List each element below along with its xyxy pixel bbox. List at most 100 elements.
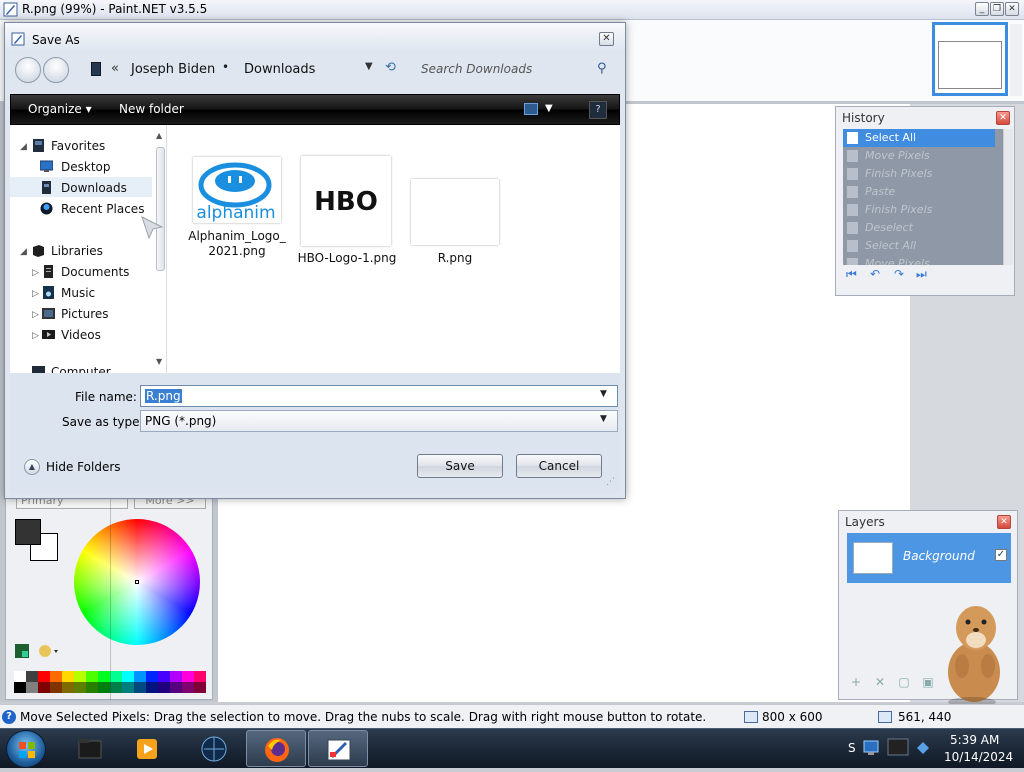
- filename-field[interactable]: R.png: [140, 385, 618, 407]
- palette-swatch[interactable]: [146, 671, 158, 682]
- taskbar-firefox-button[interactable]: [246, 730, 306, 767]
- clock-date[interactable]: 10/14/2024: [944, 750, 1013, 764]
- tree-item-music[interactable]: Music: [61, 286, 95, 300]
- history-item[interactable]: Deselect: [843, 219, 995, 237]
- image-thumbnail[interactable]: [932, 22, 1008, 96]
- expand-favorites-icon[interactable]: ◢: [20, 142, 27, 152]
- cancel-button[interactable]: Cancel: [516, 454, 602, 478]
- palette-menu-icon[interactable]: [38, 643, 60, 659]
- back-button[interactable]: [15, 57, 41, 83]
- palette-swatch[interactable]: [98, 671, 110, 682]
- palette-swatch[interactable]: [26, 682, 38, 693]
- savetype-dropdown-icon[interactable]: ▼: [600, 414, 607, 424]
- filename-dropdown-icon[interactable]: ▼: [600, 389, 607, 399]
- forward-button[interactable]: [43, 57, 69, 83]
- history-item[interactable]: Select All: [843, 237, 995, 255]
- layers-close-button[interactable]: ✕: [997, 515, 1011, 529]
- file-item[interactable]: HBO HBO-Logo-1.png: [293, 153, 396, 265]
- palette-swatch[interactable]: [74, 682, 86, 693]
- network-icon[interactable]: [862, 737, 884, 759]
- palette-swatch[interactable]: [170, 671, 182, 682]
- redo-icon[interactable]: ↷: [894, 267, 910, 281]
- palette-swatch[interactable]: [158, 682, 170, 693]
- tree-item-desktop[interactable]: Desktop: [61, 160, 111, 174]
- restore-button[interactable]: ❐: [990, 2, 1004, 16]
- history-close-button[interactable]: ✕: [996, 111, 1010, 125]
- palette-swatch[interactable]: [50, 682, 62, 693]
- navigation-scrollbar[interactable]: ▲ ▼: [154, 129, 166, 369]
- history-item[interactable]: Paste: [843, 183, 995, 201]
- save-button[interactable]: Save: [417, 454, 503, 478]
- close-button[interactable]: ✕: [1005, 2, 1019, 16]
- delete-layer-icon[interactable]: ✕: [873, 675, 887, 689]
- tree-item-computer[interactable]: Computer: [51, 365, 111, 373]
- history-item[interactable]: Move Pixels: [843, 255, 995, 265]
- palette-swatch[interactable]: [110, 671, 122, 682]
- dialog-close-button[interactable]: ✕: [599, 32, 614, 46]
- taskbar-explorer-button[interactable]: [60, 730, 120, 767]
- tree-item-libraries[interactable]: Libraries: [51, 244, 103, 258]
- expand-music-icon[interactable]: ▷: [32, 289, 39, 299]
- minimize-button[interactable]: _: [975, 2, 989, 16]
- tree-item-downloads[interactable]: Downloads: [61, 181, 127, 195]
- breadcrumb-downloads[interactable]: Downloads: [244, 62, 315, 77]
- start-button[interactable]: [6, 730, 46, 768]
- tree-item-pictures[interactable]: Pictures: [61, 307, 109, 321]
- organize-button[interactable]: Organize ▾: [28, 102, 92, 116]
- tree-item-documents[interactable]: Documents: [61, 265, 129, 279]
- savetype-select[interactable]: PNG (*.png): [140, 410, 618, 432]
- layer-visibility-checkbox[interactable]: ✓: [995, 549, 1007, 561]
- help-icon[interactable]: ?: [589, 101, 607, 119]
- color-wheel-cursor[interactable]: [135, 580, 139, 584]
- volume-icon[interactable]: [886, 735, 912, 759]
- palette-swatch[interactable]: [98, 682, 110, 693]
- history-item[interactable]: Move Pixels: [843, 147, 995, 165]
- palette-swatch[interactable]: [14, 682, 26, 693]
- clock-time[interactable]: 5:39 AM: [950, 733, 999, 747]
- breadcrumb-separator[interactable]: •: [222, 60, 229, 74]
- taskbar-globe-button[interactable]: [184, 730, 244, 767]
- palette-swatch[interactable]: [182, 671, 194, 682]
- file-item[interactable]: alphanim Alphanim_Logo_ 2021.png: [187, 153, 287, 263]
- refresh-icon[interactable]: ⟲: [385, 60, 396, 75]
- history-item[interactable]: Select All: [843, 129, 995, 147]
- history-scrollbar[interactable]: [1003, 129, 1013, 265]
- palette-swatch[interactable]: [194, 682, 206, 693]
- palette-swatch[interactable]: [74, 671, 86, 682]
- palette-swatch[interactable]: [122, 671, 134, 682]
- palette-swatch[interactable]: [26, 671, 38, 682]
- taskbar-paintnet-button[interactable]: [308, 730, 368, 767]
- search-input[interactable]: [415, 57, 591, 81]
- breadcrumb-overflow[interactable]: «: [111, 61, 119, 76]
- palette-swatch[interactable]: [110, 682, 122, 693]
- palette-swatch[interactable]: [38, 682, 50, 693]
- expand-pictures-icon[interactable]: ▷: [32, 310, 39, 320]
- palette-swatch[interactable]: [14, 671, 26, 682]
- history-item[interactable]: Finish Pixels: [843, 165, 995, 183]
- undo-all-icon[interactable]: ⏮: [846, 267, 862, 281]
- palette-swatch[interactable]: [146, 682, 158, 693]
- resize-grip-icon[interactable]: ⋰: [606, 477, 615, 487]
- tree-item-favorites[interactable]: Favorites: [51, 139, 105, 153]
- tree-item-recent-places[interactable]: Recent Places: [61, 202, 144, 216]
- filename-value[interactable]: R.png: [145, 389, 182, 403]
- palette-swatch[interactable]: [38, 671, 50, 682]
- action-center-icon[interactable]: [914, 739, 932, 757]
- palette-swatch[interactable]: [134, 671, 146, 682]
- expand-documents-icon[interactable]: ▷: [32, 268, 39, 278]
- palette-swatch[interactable]: [50, 671, 62, 682]
- redo-all-icon[interactable]: ⏭: [916, 267, 932, 281]
- add-color-icon[interactable]: [14, 643, 30, 659]
- search-icon[interactable]: ⚲: [597, 61, 607, 76]
- palette-swatch[interactable]: [134, 682, 146, 693]
- layer-row-background[interactable]: Background ✓: [847, 533, 1011, 583]
- expand-videos-icon[interactable]: ▷: [32, 331, 39, 341]
- primary-color-swatch[interactable]: [15, 519, 41, 545]
- expand-libraries-icon[interactable]: ◢: [20, 247, 27, 257]
- scrollbar-thumb[interactable]: [156, 147, 165, 271]
- history-item[interactable]: Finish Pixels: [843, 201, 995, 219]
- palette-swatch[interactable]: [86, 682, 98, 693]
- address-bar[interactable]: « Joseph Biden • Downloads ▼: [85, 57, 381, 81]
- palette-swatch[interactable]: [182, 682, 194, 693]
- add-layer-icon[interactable]: +: [849, 675, 863, 689]
